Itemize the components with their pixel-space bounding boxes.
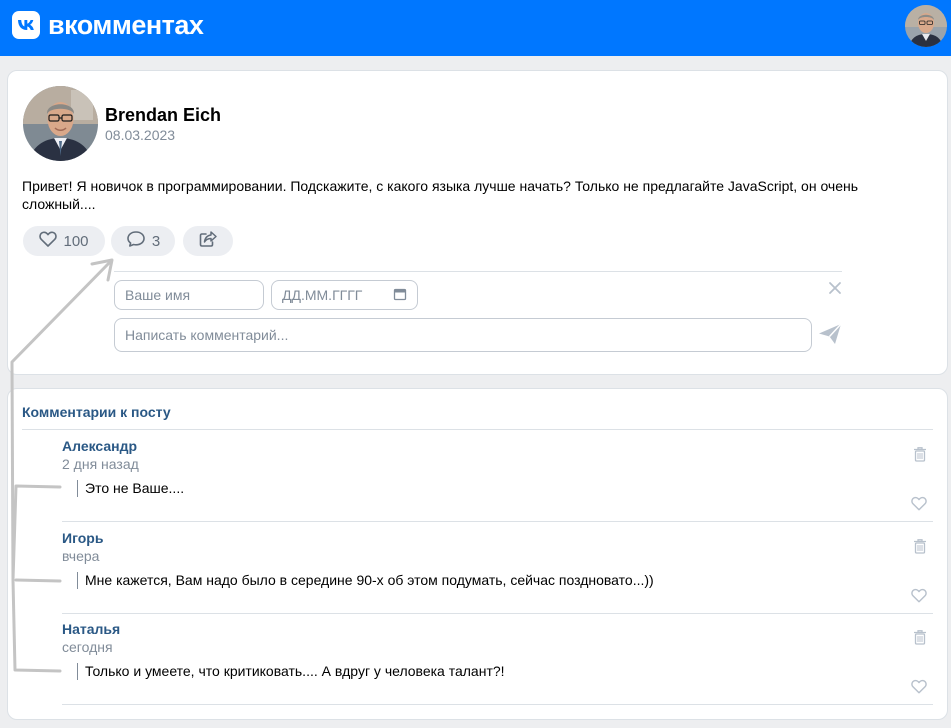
trash-icon[interactable] — [913, 629, 927, 645]
comments-card: Комментарии к посту Александр 2 дня наза… — [7, 388, 948, 720]
comment-time: сегодня — [62, 639, 113, 655]
like-count: 100 — [63, 232, 89, 250]
heart-icon — [39, 231, 58, 251]
heart-icon[interactable] — [911, 679, 927, 695]
heart-icon[interactable] — [911, 588, 927, 604]
comment-author[interactable]: Александр — [62, 438, 137, 454]
date-placeholder: ДД.ММ.ГГГГ — [282, 287, 363, 303]
quote-bar — [77, 572, 78, 589]
calendar-icon[interactable] — [393, 287, 407, 304]
comment-icon — [126, 230, 146, 252]
logo-text[interactable]: вкомментах — [48, 10, 204, 41]
comment-time: 2 дня назад — [62, 456, 139, 472]
user-avatar[interactable] — [905, 5, 947, 47]
comment-text: Мне кажется, Вам надо было в середине 90… — [85, 572, 654, 588]
comment-item: Игорь вчера Мне кажется, Вам надо было в… — [62, 522, 933, 614]
comment-input[interactable] — [114, 318, 812, 352]
quote-bar — [77, 663, 78, 680]
form-divider — [114, 271, 842, 272]
comment-count: 3 — [151, 232, 161, 250]
trash-icon[interactable] — [913, 446, 927, 462]
vk-logo-icon[interactable] — [12, 11, 40, 39]
top-bar: вкомментах — [0, 0, 951, 56]
comment-time: вчера — [62, 548, 100, 564]
comment-author[interactable]: Наталья — [62, 621, 120, 637]
share-icon — [198, 230, 218, 252]
post-card: Brendan Eich 08.03.2023 Привет! Я новичо… — [7, 70, 948, 375]
quote-bar — [77, 480, 78, 497]
date-input[interactable]: ДД.ММ.ГГГГ — [271, 280, 418, 310]
comment-separator — [62, 704, 933, 705]
comments-title: Комментарии к посту — [22, 404, 171, 420]
heart-icon[interactable] — [911, 496, 927, 512]
comment-item: Наталья сегодня Только и умеете, что кри… — [62, 613, 933, 705]
comment-author[interactable]: Игорь — [62, 530, 103, 546]
comment-button[interactable]: 3 — [111, 226, 175, 256]
name-input[interactable] — [114, 280, 264, 310]
author-avatar[interactable] — [23, 86, 98, 161]
author-name[interactable]: Brendan Eich — [105, 105, 221, 126]
trash-icon[interactable] — [913, 538, 927, 554]
share-button[interactable] — [183, 226, 233, 256]
post-date: 08.03.2023 — [105, 127, 176, 143]
post-text: Привет! Я новичок в программировании. По… — [22, 178, 859, 212]
comment-text: Это не Ваше.... — [85, 480, 185, 496]
send-icon[interactable] — [816, 320, 844, 348]
close-icon[interactable] — [826, 279, 844, 297]
like-button[interactable]: 100 — [23, 226, 105, 256]
comment-item: Александр 2 дня назад Это не Ваше.... — [62, 430, 933, 522]
comment-text: Только и умеете, что критиковать.... А в… — [85, 663, 505, 679]
